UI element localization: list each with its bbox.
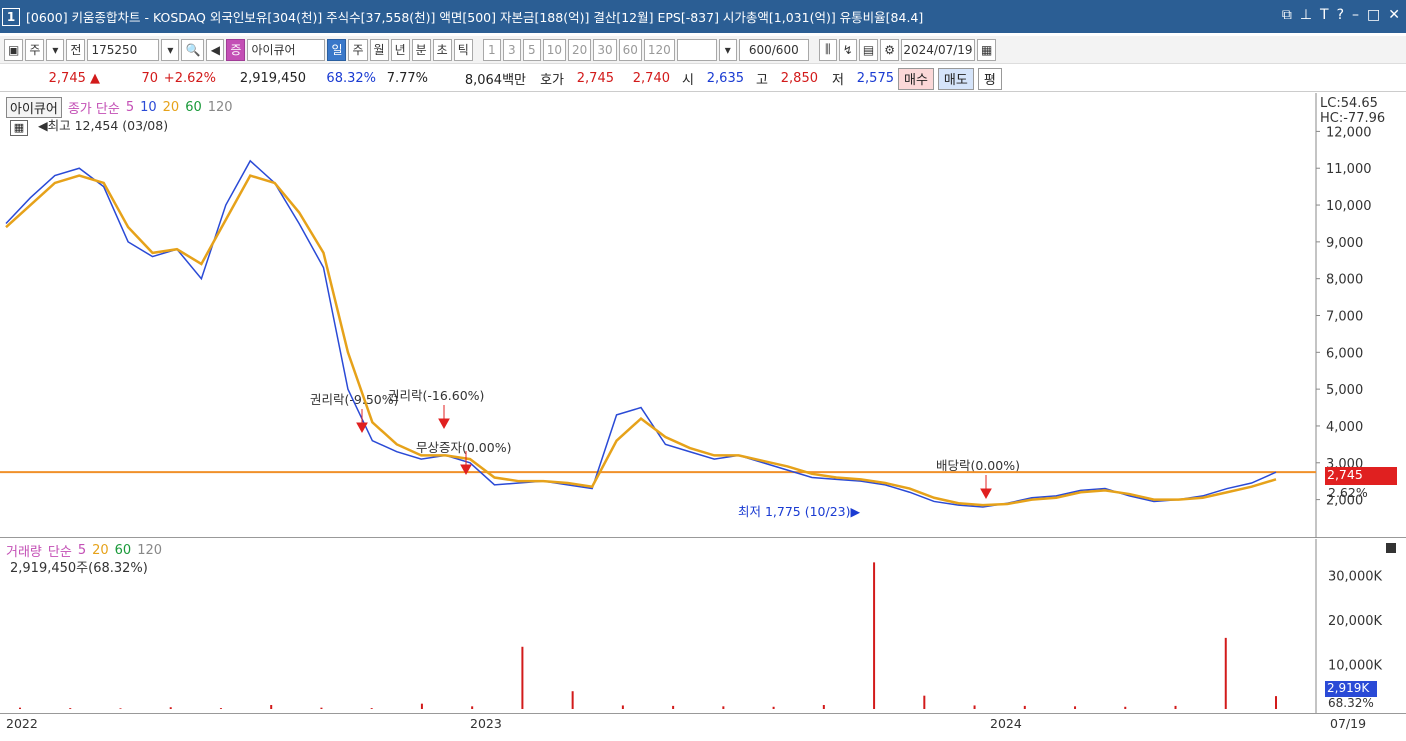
volume-rate: 68.32%	[326, 71, 376, 86]
count-total: /600	[771, 42, 799, 57]
close-icon[interactable]: ✕	[1388, 7, 1400, 23]
date-last: 07/19	[1330, 716, 1367, 731]
price-tick-label: 8,000	[1326, 273, 1363, 288]
market-select[interactable]: 주	[25, 38, 45, 61]
save-icon[interactable]: ▤	[858, 38, 879, 61]
low-price: 2,575	[856, 71, 894, 86]
quote-bar: 2,745 ▲ 70 +2.62% 2,919,450 68.32% 7.77%…	[0, 66, 1406, 92]
restore-icon[interactable]: ⧉	[1282, 7, 1292, 23]
period-second[interactable]: 초	[432, 38, 452, 61]
price-tick-label: 5,000	[1326, 383, 1363, 398]
market-dropdown-icon[interactable]: ▾	[46, 38, 65, 61]
trade-amount: 8,064백만	[464, 73, 526, 88]
price-panel: 아이큐어 종가 단순 5 10 20 60 120 ▦ ◀최고 12,454 (…	[0, 93, 1406, 538]
volume-tick-label: 20,000K	[1328, 614, 1382, 629]
flat-button[interactable]: 평	[977, 67, 1002, 90]
current-price-value: 2,745	[48, 71, 86, 86]
period-minute[interactable]: 분	[411, 38, 431, 61]
chart-toolbar: ▣ 주 ▾ 전 175250 ▾ 🔍 ◀ 증 아이큐어 일 주 월 년 분 초 …	[0, 36, 1406, 64]
open-label: 시	[682, 73, 694, 88]
minimize-icon[interactable]: –	[1352, 7, 1359, 23]
period-month[interactable]: 월	[369, 38, 389, 61]
price-change: 70	[141, 71, 158, 86]
change-rate: +2.62%	[163, 71, 216, 86]
current-volume-rate: 68.32%	[1328, 696, 1374, 710]
minute-20[interactable]: 20	[568, 38, 592, 61]
count-value: 600	[748, 42, 772, 57]
hoga-label: 호가	[540, 73, 564, 88]
event-arrow-icon	[980, 475, 992, 500]
code-dropdown-icon[interactable]: ▾	[161, 38, 180, 61]
high-label: 고	[756, 73, 768, 88]
speaker-icon[interactable]: ◀	[206, 38, 225, 61]
window-title: [0600] 키움종합차트 - KOSDAQ 외국인보유[304(천)] 주식수…	[26, 10, 924, 25]
volume-tick-label: 30,000K	[1328, 570, 1382, 585]
period-tick[interactable]: 틱	[453, 38, 473, 61]
help-icon[interactable]: ?	[1337, 7, 1344, 23]
high-price: 2,850	[780, 71, 818, 86]
layout-icon[interactable]: ▣	[4, 38, 24, 61]
pin-icon[interactable]: ⊥	[1300, 7, 1312, 23]
date-input[interactable]: 2024/07/19	[900, 38, 975, 61]
volume: 2,919,450	[239, 71, 306, 86]
open-price: 2,635	[706, 71, 744, 86]
price-tick-label: 7,000	[1326, 310, 1363, 325]
period-year[interactable]: 년	[390, 38, 410, 61]
date-tick-2024: 2024	[990, 716, 1022, 731]
low-label: 저	[832, 73, 844, 88]
date-tick-2022: 2022	[6, 716, 38, 731]
window-titlebar: 1 [0600] 키움종합차트 - KOSDAQ 외국인보유[304(천)] 주…	[0, 0, 1406, 33]
price-chart[interactable]: 12,000 11,000 10,000 9,000 8,000 7,000 6,000 5,…	[0, 93, 1406, 538]
current-price: 2,745 ▲	[0, 71, 100, 86]
current-volume-tag: 2,919K	[1325, 681, 1377, 697]
sell-button[interactable]: 매도	[937, 67, 974, 90]
minute-30[interactable]: 30	[593, 38, 617, 61]
font-icon[interactable]: T	[1320, 7, 1329, 23]
price-series-line	[5, 174, 1277, 507]
price-series-line	[5, 159, 1277, 508]
bid-price: 2,740	[632, 71, 670, 86]
current-rate-tag: 2.62%	[1328, 485, 1368, 500]
trend-icon[interactable]: ↯	[838, 38, 857, 61]
gear-icon[interactable]: ⚙	[880, 38, 899, 61]
price-tick-label: 11,000	[1326, 162, 1372, 177]
prev-button[interactable]: 전	[66, 38, 86, 61]
minute-1[interactable]: 1	[482, 38, 501, 61]
period-day[interactable]: 일	[327, 38, 347, 61]
market-badge: 증	[226, 38, 246, 61]
date-tick-2023: 2023	[470, 716, 502, 731]
minute-5[interactable]: 5	[522, 38, 541, 61]
ask-price: 2,745	[576, 71, 614, 86]
price-tick-label: 4,000	[1326, 420, 1363, 435]
up-arrow-icon: ▲	[90, 71, 100, 86]
price-tick-label: 12,000	[1326, 125, 1372, 140]
candle-icon[interactable]: ⫼	[818, 38, 837, 61]
volume-panel: 거래량 단순 5 20 60 120 2,919,450주(68.32%) 30…	[0, 539, 1406, 713]
buy-button[interactable]: 매수	[898, 67, 934, 90]
stock-name-field[interactable]: 아이큐어	[247, 38, 326, 61]
volume-chart[interactable]: 30,000K 20,000K 10,000K	[0, 539, 1406, 713]
price-tick-label: 6,000	[1326, 346, 1363, 361]
count-input[interactable]: 600/600	[738, 38, 809, 61]
date-axis: 2022 2023 2024 07/19	[0, 713, 1406, 741]
custom-period-input[interactable]	[676, 38, 717, 61]
search-icon[interactable]: 🔍	[181, 38, 205, 61]
calendar-icon[interactable]: ▦	[976, 38, 997, 61]
minute-60[interactable]: 60	[618, 38, 642, 61]
window-controls: ⧉ ⊥ T ? – □ ✕	[1282, 7, 1400, 23]
minute-3[interactable]: 3	[502, 38, 521, 61]
volume-tick-label: 10,000K	[1328, 659, 1382, 674]
period-week[interactable]: 주	[348, 38, 368, 61]
minute-10[interactable]: 10	[542, 38, 567, 61]
event-arrow-icon	[438, 405, 450, 430]
current-price-tag: 2,745	[1325, 467, 1397, 485]
turnover: 7.77%	[386, 71, 428, 86]
code-input[interactable]: 175250	[87, 38, 160, 61]
price-tick-label: 10,000	[1326, 199, 1372, 214]
price-tick-label: 9,000	[1326, 236, 1363, 251]
window-number: 1	[2, 7, 20, 26]
custom-period-dropdown-icon[interactable]: ▾	[718, 38, 737, 61]
maximize-icon[interactable]: □	[1367, 7, 1380, 23]
minute-120[interactable]: 120	[643, 38, 675, 61]
